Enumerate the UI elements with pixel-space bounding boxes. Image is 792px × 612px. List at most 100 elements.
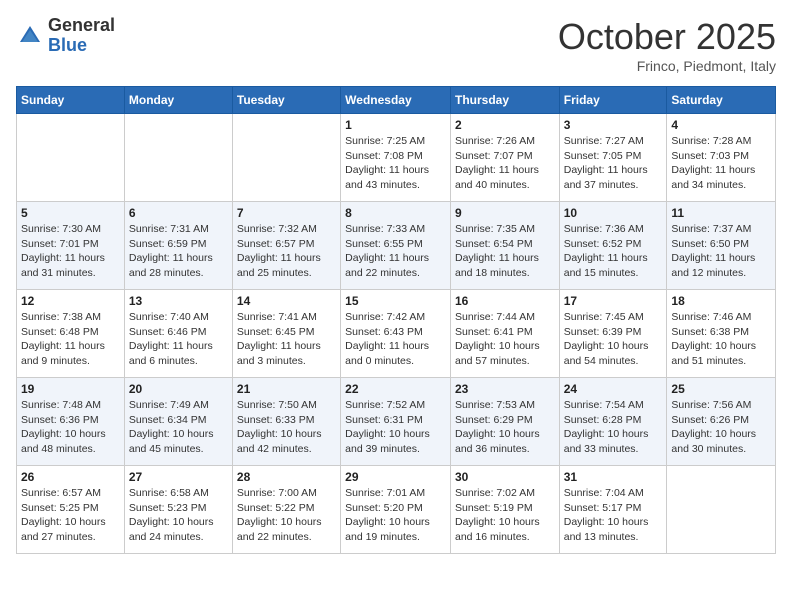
logo-icon bbox=[16, 22, 44, 50]
calendar-body: 1Sunrise: 7:25 AM Sunset: 7:08 PM Daylig… bbox=[17, 114, 776, 554]
location-subtitle: Frinco, Piedmont, Italy bbox=[558, 58, 776, 74]
calendar-cell: 4Sunrise: 7:28 AM Sunset: 7:03 PM Daylig… bbox=[667, 114, 776, 202]
day-number: 18 bbox=[671, 294, 771, 308]
header-friday: Friday bbox=[559, 87, 667, 114]
day-info: Sunrise: 7:46 AM Sunset: 6:38 PM Dayligh… bbox=[671, 310, 771, 369]
calendar-cell bbox=[17, 114, 125, 202]
day-number: 8 bbox=[345, 206, 446, 220]
calendar-cell bbox=[667, 466, 776, 554]
calendar-cell: 3Sunrise: 7:27 AM Sunset: 7:05 PM Daylig… bbox=[559, 114, 667, 202]
day-info: Sunrise: 7:53 AM Sunset: 6:29 PM Dayligh… bbox=[455, 398, 555, 457]
logo: General Blue bbox=[16, 16, 115, 56]
calendar-cell: 16 Sunrise: 7:44 AM Sunset: 6:41 PM Dayli… bbox=[450, 290, 559, 378]
day-info: Sunrise: 7:37 AM Sunset: 6:50 PM Dayligh… bbox=[671, 222, 771, 281]
week-row-1: 1Sunrise: 7:25 AM Sunset: 7:08 PM Daylig… bbox=[17, 114, 776, 202]
day-info: Sunrise: 7:32 AM Sunset: 6:57 PM Dayligh… bbox=[237, 222, 336, 281]
day-info: Sunrise: 7:33 AM Sunset: 6:55 PM Dayligh… bbox=[345, 222, 446, 281]
day-info: Sunrise: 7:50 AM Sunset: 6:33 PM Dayligh… bbox=[237, 398, 336, 457]
day-number: 13 bbox=[129, 294, 228, 308]
calendar-cell: 19 Sunrise: 7:48 AM Sunset: 6:36 PM Dayli… bbox=[17, 378, 125, 466]
day-info: Sunrise: 7:04 AM Sunset: 5:17 PM Dayligh… bbox=[564, 486, 663, 545]
day-info: Sunrise: 7:00 AM Sunset: 5:22 PM Dayligh… bbox=[237, 486, 336, 545]
day-info: Sunrise: 7:44 AM Sunset: 6:41 PM Dayligh… bbox=[455, 310, 555, 369]
calendar-cell bbox=[124, 114, 232, 202]
day-number: 25 bbox=[671, 382, 771, 396]
day-number: 22 bbox=[345, 382, 446, 396]
calendar-cell: 28Sunrise: 7:00 AM Sunset: 5:22 PM Dayli… bbox=[232, 466, 340, 554]
calendar-cell bbox=[232, 114, 340, 202]
page-header: General Blue October 2025 Frinco, Piedmo… bbox=[16, 16, 776, 74]
day-number: 9 bbox=[455, 206, 555, 220]
calendar-cell: 13Sunrise: 7:40 AM Sunset: 6:46 PM Dayli… bbox=[124, 290, 232, 378]
day-number: 5 bbox=[21, 206, 120, 220]
day-info: Sunrise: 7:54 AM Sunset: 6:28 PM Dayligh… bbox=[564, 398, 663, 457]
day-info: Sunrise: 7:27 AM Sunset: 7:05 PM Dayligh… bbox=[564, 134, 663, 193]
day-number: 10 bbox=[564, 206, 663, 220]
day-info: Sunrise: 7:56 AM Sunset: 6:26 PM Dayligh… bbox=[671, 398, 771, 457]
day-info: Sunrise: 7:25 AM Sunset: 7:08 PM Dayligh… bbox=[345, 134, 446, 193]
week-row-4: 19 Sunrise: 7:48 AM Sunset: 6:36 PM Dayli… bbox=[17, 378, 776, 466]
calendar-cell: 27 Sunrise: 6:58 AM Sunset: 5:23 PM Dayli… bbox=[124, 466, 232, 554]
day-info: Sunrise: 7:52 AM Sunset: 6:31 PM Dayligh… bbox=[345, 398, 446, 457]
day-info: Sunrise: 7:26 AM Sunset: 7:07 PM Dayligh… bbox=[455, 134, 555, 193]
calendar-cell: 25 Sunrise: 7:56 AM Sunset: 6:26 PM Dayli… bbox=[667, 378, 776, 466]
calendar-cell: 5 Sunrise: 7:30 AM Sunset: 7:01 PM Daylig… bbox=[17, 202, 125, 290]
day-number: 12 bbox=[21, 294, 120, 308]
calendar-cell: 14Sunrise: 7:41 AM Sunset: 6:45 PM Dayli… bbox=[232, 290, 340, 378]
day-number: 4 bbox=[671, 118, 771, 132]
day-number: 24 bbox=[564, 382, 663, 396]
day-number: 7 bbox=[237, 206, 336, 220]
header-monday: Monday bbox=[124, 87, 232, 114]
calendar-cell: 30Sunrise: 7:02 AM Sunset: 5:19 PM Dayli… bbox=[450, 466, 559, 554]
day-info: Sunrise: 6:58 AM Sunset: 5:23 PM Dayligh… bbox=[129, 486, 228, 545]
logo-blue-text: Blue bbox=[48, 36, 115, 56]
day-number: 29 bbox=[345, 470, 446, 484]
calendar-cell: 24 Sunrise: 7:54 AM Sunset: 6:28 PM Dayli… bbox=[559, 378, 667, 466]
day-info: Sunrise: 6:57 AM Sunset: 5:25 PM Dayligh… bbox=[21, 486, 120, 545]
title-block: October 2025 Frinco, Piedmont, Italy bbox=[558, 16, 776, 74]
day-info: Sunrise: 7:48 AM Sunset: 6:36 PM Dayligh… bbox=[21, 398, 120, 457]
calendar-cell: 29 Sunrise: 7:01 AM Sunset: 5:20 PM Dayli… bbox=[341, 466, 451, 554]
day-number: 15 bbox=[345, 294, 446, 308]
calendar-cell: 6 Sunrise: 7:31 AM Sunset: 6:59 PM Daylig… bbox=[124, 202, 232, 290]
month-title: October 2025 bbox=[558, 16, 776, 58]
calendar-cell: 7 Sunrise: 7:32 AM Sunset: 6:57 PM Daylig… bbox=[232, 202, 340, 290]
day-number: 6 bbox=[129, 206, 228, 220]
header-row: SundayMondayTuesdayWednesdayThursdayFrid… bbox=[17, 87, 776, 114]
day-info: Sunrise: 7:49 AM Sunset: 6:34 PM Dayligh… bbox=[129, 398, 228, 457]
week-row-3: 12 Sunrise: 7:38 AM Sunset: 6:48 PM Dayli… bbox=[17, 290, 776, 378]
header-saturday: Saturday bbox=[667, 87, 776, 114]
day-number: 26 bbox=[21, 470, 120, 484]
day-number: 23 bbox=[455, 382, 555, 396]
day-number: 17 bbox=[564, 294, 663, 308]
header-thursday: Thursday bbox=[450, 87, 559, 114]
calendar-cell: 17Sunrise: 7:45 AM Sunset: 6:39 PM Dayli… bbox=[559, 290, 667, 378]
day-info: Sunrise: 7:42 AM Sunset: 6:43 PM Dayligh… bbox=[345, 310, 446, 369]
calendar-table: SundayMondayTuesdayWednesdayThursdayFrid… bbox=[16, 86, 776, 554]
day-number: 14 bbox=[237, 294, 336, 308]
week-row-5: 26 Sunrise: 6:57 AM Sunset: 5:25 PM Dayli… bbox=[17, 466, 776, 554]
calendar-cell: 23 Sunrise: 7:53 AM Sunset: 6:29 PM Dayli… bbox=[450, 378, 559, 466]
day-number: 11 bbox=[671, 206, 771, 220]
day-info: Sunrise: 7:31 AM Sunset: 6:59 PM Dayligh… bbox=[129, 222, 228, 281]
day-number: 19 bbox=[21, 382, 120, 396]
calendar-cell: 11 Sunrise: 7:37 AM Sunset: 6:50 PM Dayli… bbox=[667, 202, 776, 290]
calendar-cell: 31Sunrise: 7:04 AM Sunset: 5:17 PM Dayli… bbox=[559, 466, 667, 554]
day-info: Sunrise: 7:30 AM Sunset: 7:01 PM Dayligh… bbox=[21, 222, 120, 281]
day-info: Sunrise: 7:01 AM Sunset: 5:20 PM Dayligh… bbox=[345, 486, 446, 545]
header-wednesday: Wednesday bbox=[341, 87, 451, 114]
day-number: 30 bbox=[455, 470, 555, 484]
day-number: 27 bbox=[129, 470, 228, 484]
calendar-cell: 9Sunrise: 7:35 AM Sunset: 6:54 PM Daylig… bbox=[450, 202, 559, 290]
day-number: 20 bbox=[129, 382, 228, 396]
calendar-cell: 12 Sunrise: 7:38 AM Sunset: 6:48 PM Dayli… bbox=[17, 290, 125, 378]
calendar-cell: 1Sunrise: 7:25 AM Sunset: 7:08 PM Daylig… bbox=[341, 114, 451, 202]
day-info: Sunrise: 7:38 AM Sunset: 6:48 PM Dayligh… bbox=[21, 310, 120, 369]
day-number: 16 bbox=[455, 294, 555, 308]
day-number: 21 bbox=[237, 382, 336, 396]
calendar-cell: 15 Sunrise: 7:42 AM Sunset: 6:43 PM Dayli… bbox=[341, 290, 451, 378]
day-number: 2 bbox=[455, 118, 555, 132]
header-tuesday: Tuesday bbox=[232, 87, 340, 114]
day-info: Sunrise: 7:36 AM Sunset: 6:52 PM Dayligh… bbox=[564, 222, 663, 281]
logo-text: General Blue bbox=[48, 16, 115, 56]
